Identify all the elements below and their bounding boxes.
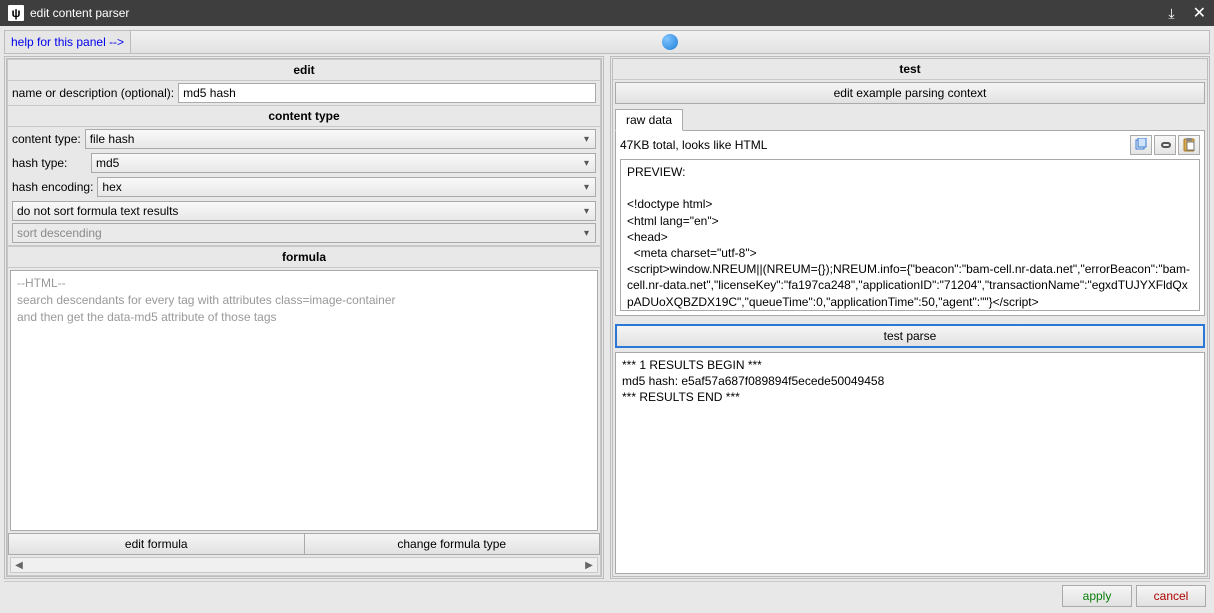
- edit-panel: edit name or description (optional): con…: [4, 56, 604, 579]
- name-row: name or description (optional):: [8, 81, 600, 105]
- content-type-label: content type:: [12, 132, 81, 146]
- preview-textarea[interactable]: PREVIEW: <!doctype html> <html lang="en"…: [620, 159, 1200, 311]
- titlebar: ψ edit content parser ⤓ ✕: [0, 0, 1214, 26]
- main-split: edit name or description (optional): con…: [4, 56, 1210, 579]
- content-type-select[interactable]: file hash: [85, 129, 596, 149]
- footer: apply cancel: [4, 581, 1210, 609]
- window-buttons: ⤓ ✕: [1168, 3, 1206, 23]
- apply-button[interactable]: apply: [1062, 585, 1132, 607]
- hash-type-label: hash type:: [12, 156, 87, 170]
- scroll-right-icon[interactable]: ▶: [581, 560, 597, 571]
- test-title: test: [613, 59, 1207, 80]
- scroll-left-icon[interactable]: ◀: [11, 560, 27, 571]
- edit-title: edit: [8, 60, 600, 81]
- test-parse-button[interactable]: test parse: [615, 324, 1205, 348]
- content-type-title: content type: [8, 106, 600, 127]
- link-button[interactable]: [1154, 135, 1176, 155]
- formula-section: formula --HTML-- search descendants for …: [7, 246, 601, 576]
- help-row: help for this panel -->: [4, 30, 1210, 54]
- help-strip[interactable]: [131, 31, 1209, 53]
- size-info: 47KB total, looks like HTML: [620, 138, 1128, 152]
- paste-button[interactable]: [1178, 135, 1200, 155]
- tabs: raw data: [613, 106, 1207, 130]
- copy-button[interactable]: [1130, 135, 1152, 155]
- help-icon: [662, 34, 678, 50]
- minimize-icon[interactable]: ⤓: [1168, 5, 1174, 22]
- hash-encoding-label: hash encoding:: [12, 180, 93, 194]
- test-panel: test edit example parsing context raw da…: [610, 56, 1210, 579]
- name-label: name or description (optional):: [12, 86, 174, 100]
- tab-raw-data[interactable]: raw data: [615, 109, 683, 131]
- app-icon: ψ: [8, 5, 24, 21]
- formula-buttons: edit formula change formula type: [8, 533, 600, 555]
- hash-type-select[interactable]: md5: [91, 153, 596, 173]
- edit-formula-button[interactable]: edit formula: [8, 533, 304, 555]
- help-link[interactable]: help for this panel -->: [5, 31, 131, 53]
- name-input[interactable]: [178, 83, 596, 103]
- raw-data-pane: 47KB total, looks like HTML PREVIEW: <!d…: [615, 130, 1205, 316]
- results-textarea[interactable]: *** 1 RESULTS BEGIN *** md5 hash: e5af57…: [615, 352, 1205, 574]
- window-title: edit content parser: [30, 6, 1168, 20]
- formula-textarea[interactable]: --HTML-- search descendants for every ta…: [10, 270, 598, 531]
- sort-order-select: sort descending: [12, 223, 596, 243]
- content-type-section: content type content type: file hash has…: [8, 105, 600, 245]
- clipboard-icon: [1182, 138, 1196, 152]
- hash-encoding-select[interactable]: hex: [97, 177, 596, 197]
- close-icon[interactable]: ✕: [1193, 3, 1206, 23]
- edit-context-button[interactable]: edit example parsing context: [615, 82, 1205, 104]
- window: ψ edit content parser ⤓ ✕ help for this …: [0, 0, 1214, 613]
- formula-title: formula: [8, 247, 600, 268]
- change-formula-type-button[interactable]: change formula type: [304, 533, 601, 555]
- link-icon: [1158, 138, 1172, 152]
- edit-section: edit name or description (optional): con…: [7, 59, 601, 246]
- cancel-button[interactable]: cancel: [1136, 585, 1206, 607]
- sort-mode-select[interactable]: do not sort formula text results: [12, 201, 596, 221]
- client-area: help for this panel --> edit name or des…: [0, 26, 1214, 613]
- copy-icon: [1134, 138, 1148, 152]
- horizontal-scrollbar[interactable]: ◀ ▶: [10, 557, 598, 573]
- info-row: 47KB total, looks like HTML: [620, 135, 1200, 155]
